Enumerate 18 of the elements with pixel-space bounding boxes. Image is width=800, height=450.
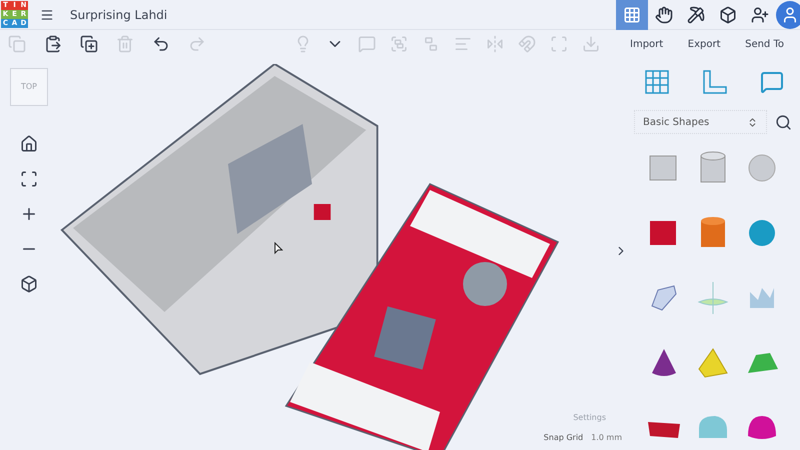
home-icon[interactable] (20, 135, 38, 153)
action-button[interactable]: Export (684, 36, 725, 52)
search-icon[interactable] (775, 114, 792, 130)
snap-grid-label: Snap Grid (544, 432, 584, 444)
workplane-icon[interactable] (644, 69, 670, 95)
snap-grid-value[interactable]: 1.0 mm (591, 432, 622, 444)
perspective-icon[interactable] (20, 275, 38, 293)
fit-view-icon[interactable] (20, 170, 38, 188)
library-select[interactable]: Basic Shapes (634, 110, 767, 134)
action-button[interactable]: Send To (741, 36, 788, 52)
menu-icon[interactable] (40, 8, 54, 22)
stepper-icon (747, 116, 758, 128)
ruler-icon[interactable] (702, 69, 728, 95)
action-button[interactable]: Import (626, 36, 668, 52)
note-icon[interactable] (760, 70, 784, 94)
design-title[interactable]: Surprising Lahdi (70, 6, 168, 24)
avatar[interactable] (776, 0, 800, 28)
zoom-in-icon[interactable] (20, 205, 38, 223)
